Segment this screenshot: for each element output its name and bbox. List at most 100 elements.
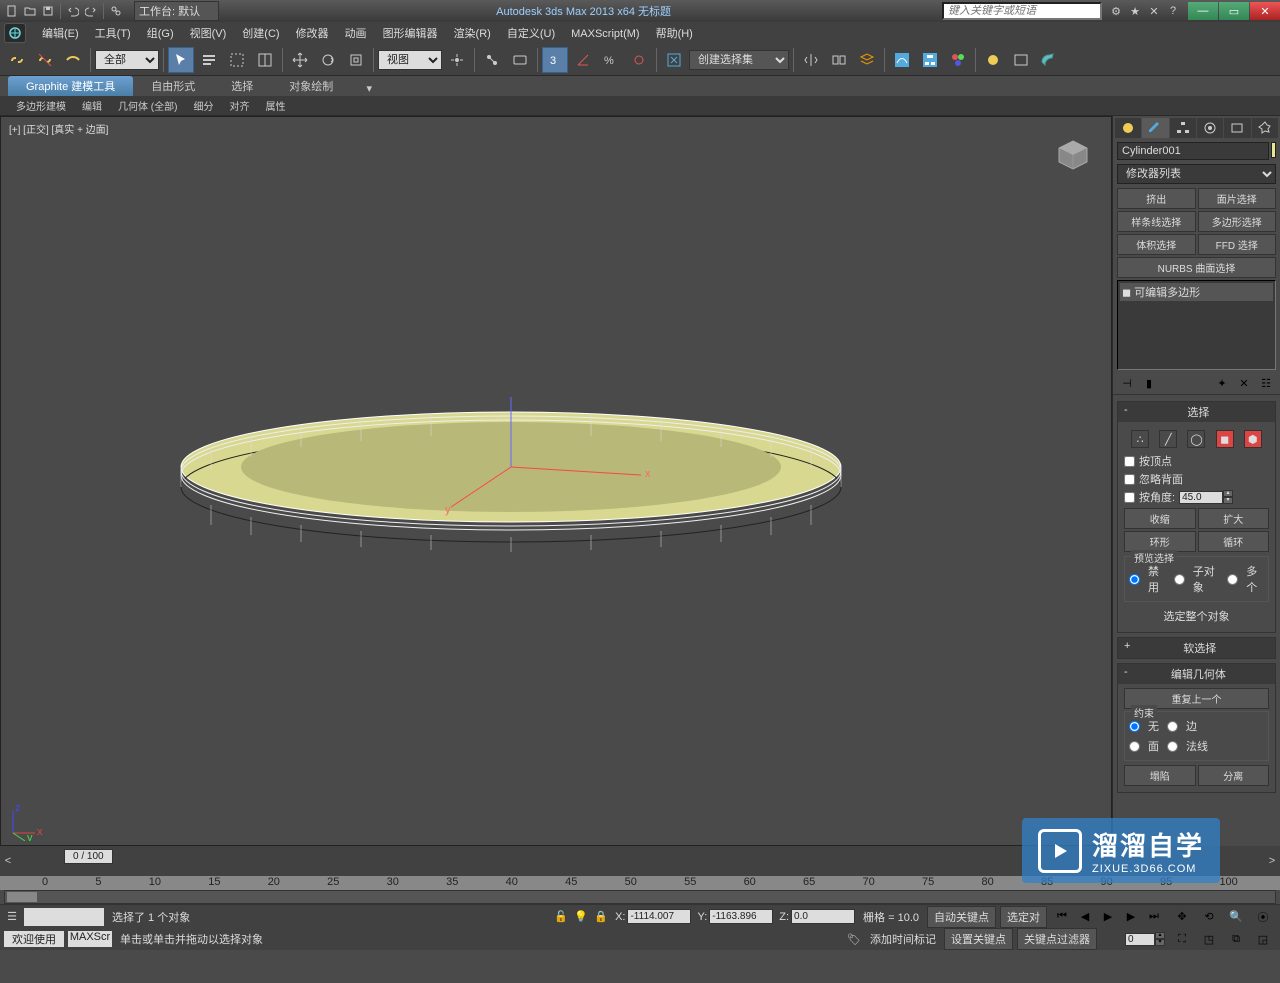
menu-帮助(H)[interactable]: 帮助(H) — [648, 26, 701, 42]
selection-filter-combo[interactable]: 全部 — [95, 50, 159, 70]
edit-named-sel-icon[interactable] — [661, 47, 687, 73]
nurbs-surface-select-button[interactable]: NURBS 曲面选择 — [1117, 257, 1276, 278]
constraint-normal-radio[interactable] — [1167, 741, 1178, 752]
help-search-input[interactable] — [942, 2, 1102, 20]
create-tab-icon[interactable] — [1115, 118, 1141, 138]
lock-selection-icon[interactable]: 🔓 — [553, 909, 569, 925]
modifier-list-combo[interactable]: 修改器列表 — [1117, 164, 1276, 184]
goto-end-icon[interactable]: ⏭ — [1143, 906, 1165, 928]
mirror-icon[interactable] — [798, 47, 824, 73]
selection-lock-icon[interactable]: 🔒 — [593, 909, 609, 925]
ribbon-tab[interactable]: 对象绘制 — [271, 76, 351, 96]
object-color-swatch[interactable] — [1271, 142, 1276, 158]
viewport-label[interactable]: [+] [正交] [真实 + 边面] — [9, 121, 108, 136]
x-coord-input[interactable] — [627, 909, 691, 924]
window-crossing-icon[interactable] — [252, 47, 278, 73]
maxscript-mini-icon[interactable]: ☰ — [4, 909, 20, 925]
quick-button[interactable]: 挤出 — [1117, 188, 1196, 209]
quick-button[interactable]: FFD 选择 — [1198, 234, 1277, 255]
detach-button[interactable]: 分离 — [1198, 765, 1270, 786]
spinner-down-icon[interactable]: ▾ — [1223, 497, 1233, 504]
spinner-snap-icon[interactable] — [626, 47, 652, 73]
quick-button[interactable]: 体积选择 — [1117, 234, 1196, 255]
angle-spinner[interactable] — [1179, 491, 1223, 504]
timeline-scrollbar[interactable] — [4, 890, 1276, 904]
minimize-button[interactable]: — — [1188, 2, 1218, 20]
constraint-edge-radio[interactable] — [1167, 721, 1178, 732]
by-angle-checkbox[interactable] — [1124, 492, 1135, 503]
ribbon-subtab[interactable]: 细分 — [185, 96, 221, 115]
edit-geometry-header[interactable]: -编辑几何体 — [1118, 664, 1275, 684]
quick-button[interactable]: 面片选择 — [1198, 188, 1277, 209]
prev-frame-icon[interactable]: ◀ — [1074, 906, 1096, 928]
save-icon[interactable] — [40, 3, 56, 19]
isolate-icon[interactable]: 💡 — [573, 909, 589, 925]
selection-set-combo[interactable]: 选定对 — [1000, 906, 1047, 928]
time-slider-handle[interactable]: 0 / 100 — [64, 849, 113, 864]
auto-key-button[interactable]: 自动关键点 — [927, 906, 996, 928]
maxscript-label[interactable]: MAXScr — [68, 931, 112, 947]
menu-编辑(E)[interactable]: 编辑(E) — [34, 26, 87, 42]
selection-rollout-header[interactable]: -选择 — [1118, 402, 1275, 422]
unlink-tool-icon[interactable] — [32, 47, 58, 73]
key-filters-button[interactable]: 关键点过滤器 — [1017, 928, 1097, 950]
preview-multi-radio[interactable] — [1227, 574, 1238, 585]
menu-图形编辑器[interactable]: 图形编辑器 — [375, 26, 446, 42]
star-icon[interactable]: ★ — [1127, 3, 1143, 19]
manipulate-icon[interactable] — [479, 47, 505, 73]
soft-selection-header[interactable]: +软选择 — [1118, 638, 1275, 658]
infocenter-icon[interactable]: ⚙ — [1108, 3, 1124, 19]
pin-stack-icon[interactable]: ⊣ — [1117, 374, 1137, 392]
constraint-none-radio[interactable] — [1129, 721, 1140, 732]
named-selection-combo[interactable]: 创建选择集 — [689, 50, 789, 70]
menu-修改器[interactable]: 修改器 — [288, 26, 337, 42]
link-tool-icon[interactable] — [4, 47, 30, 73]
time-config-icon[interactable]: < — [0, 853, 16, 869]
select-tool-icon[interactable] — [168, 47, 194, 73]
help-icon[interactable]: ? — [1165, 3, 1181, 19]
zoom-extents-icon[interactable]: ⛶ — [1169, 926, 1195, 952]
preview-off-radio[interactable] — [1129, 574, 1140, 585]
pivot-center-icon[interactable] — [444, 47, 470, 73]
current-frame-input[interactable] — [1125, 933, 1155, 946]
maximize-button[interactable]: ▭ — [1219, 2, 1249, 20]
ribbon-subtab[interactable]: 属性 — [257, 96, 293, 115]
exchange-icon[interactable]: ✕ — [1146, 3, 1162, 19]
make-unique-icon[interactable]: ✦ — [1212, 374, 1232, 392]
ribbon-subtab[interactable]: 几何体 (全部) — [110, 96, 185, 115]
menu-动画[interactable]: 动画 — [337, 26, 375, 42]
viewcube-icon[interactable] — [1055, 137, 1091, 173]
new-icon[interactable] — [4, 3, 20, 19]
menu-创建(C)[interactable]: 创建(C) — [234, 26, 287, 42]
play-icon[interactable]: ▶ — [1097, 906, 1119, 928]
angle-snap-icon[interactable] — [570, 47, 596, 73]
polygon-subobj-icon[interactable]: ◼ — [1216, 430, 1234, 448]
layers-icon[interactable] — [854, 47, 880, 73]
mini-listener[interactable] — [24, 908, 104, 926]
ribbon-tab[interactable]: Graphite 建模工具 — [8, 76, 133, 96]
percent-snap-icon[interactable]: % — [598, 47, 624, 73]
set-key-button[interactable]: 设置关键点 — [944, 928, 1013, 950]
y-coord-input[interactable] — [709, 909, 773, 924]
cylinder-object[interactable]: x y z — [171, 397, 851, 577]
configure-sets-icon[interactable]: ☷ — [1256, 374, 1276, 392]
maximize-viewport-icon[interactable]: ⧉ — [1223, 926, 1249, 952]
by-vertex-checkbox[interactable] — [1124, 456, 1135, 467]
menu-MAXScript(M)[interactable]: MAXScript(M) — [563, 26, 647, 42]
link-icon[interactable] — [108, 3, 124, 19]
select-name-icon[interactable] — [196, 47, 222, 73]
select-region-icon[interactable] — [224, 47, 250, 73]
preview-subobj-radio[interactable] — [1174, 574, 1185, 585]
add-time-tag[interactable]: 添加时间标记 — [866, 931, 940, 947]
border-subobj-icon[interactable]: ◯ — [1187, 430, 1205, 448]
modifier-stack[interactable]: ◼ 可编辑多边形 — [1117, 280, 1276, 370]
ribbon-subtab[interactable]: 编辑 — [74, 96, 110, 115]
edge-subobj-icon[interactable]: ╱ — [1159, 430, 1177, 448]
loop-button[interactable]: 循环 — [1198, 531, 1270, 552]
align-icon[interactable] — [826, 47, 852, 73]
object-name-input[interactable] — [1117, 142, 1269, 160]
viewport[interactable]: [+] [正交] [真实 + 边面] x y z — [0, 116, 1112, 846]
ribbon-chevron-icon[interactable]: ▾ — [361, 80, 377, 96]
snap-toggle-icon[interactable]: 3 — [542, 47, 568, 73]
hierarchy-tab-icon[interactable] — [1170, 118, 1196, 138]
